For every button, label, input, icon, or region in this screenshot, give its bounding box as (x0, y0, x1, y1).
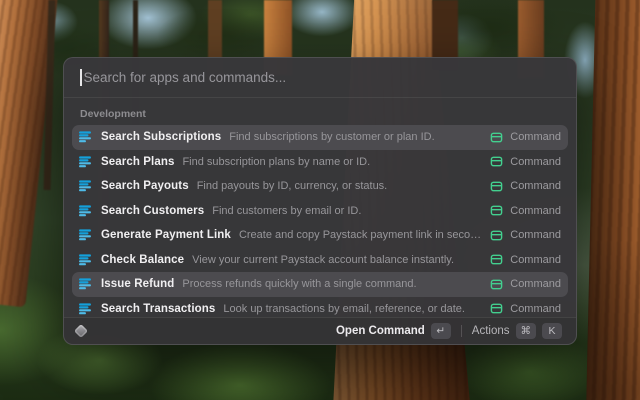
command-title: Check Balance (101, 254, 184, 266)
paystack-icon (79, 254, 91, 266)
command-title: Generate Payment Link (101, 229, 231, 241)
paystack-icon (79, 229, 91, 241)
command-title: Search Transactions (101, 303, 215, 315)
command-type-label: Command (510, 303, 561, 315)
command-title: Search Plans (101, 156, 174, 168)
command-row-search-customers[interactable]: Search Customers Find customers by email… (72, 199, 568, 224)
command-type: Command (490, 131, 561, 144)
footer-divider (461, 325, 462, 337)
command-row-generate-payment-link[interactable]: Generate Payment Link Create and copy Pa… (72, 223, 568, 248)
search-bar (64, 58, 576, 98)
enter-key-icon: ↵ (431, 323, 451, 339)
app-window-icon (490, 155, 503, 168)
command-subtitle: Find subscriptions by customer or plan I… (229, 131, 434, 143)
raycast-icon (74, 324, 88, 338)
command-type-label: Command (510, 229, 561, 241)
cmd-key-icon: ⌘ (516, 323, 537, 339)
desktop: Development Search Subscriptions Find su… (0, 0, 640, 400)
k-key: K (542, 323, 562, 339)
paystack-icon (79, 205, 91, 217)
command-type: Command (490, 229, 561, 242)
app-window-icon (490, 131, 503, 144)
command-type: Command (490, 204, 561, 217)
paystack-icon (79, 278, 91, 290)
command-row-issue-refund[interactable]: Issue Refund Process refunds quickly wit… (72, 272, 568, 297)
command-subtitle: Find subscription plans by name or ID. (182, 156, 370, 168)
command-palette: Development Search Subscriptions Find su… (63, 57, 577, 345)
command-subtitle: Find customers by email or ID. (212, 205, 361, 217)
actions-label: Actions (472, 325, 510, 337)
command-row-search-subscriptions[interactable]: Search Subscriptions Find subscriptions … (72, 125, 568, 150)
paystack-icon (79, 303, 91, 315)
open-command-label: Open Command (336, 325, 425, 337)
command-type-label: Command (510, 156, 561, 168)
footer-actions: Open Command ↵ Actions ⌘ K (334, 321, 564, 341)
app-window-icon (490, 278, 503, 291)
paystack-icon (79, 131, 91, 143)
command-type-label: Command (510, 254, 561, 266)
app-window-icon (490, 180, 503, 193)
command-subtitle: Create and copy Paystack payment link in… (239, 229, 484, 241)
command-type-label: Command (510, 205, 561, 217)
palette-footer: Open Command ↵ Actions ⌘ K (64, 317, 576, 344)
app-window-icon (490, 204, 503, 217)
command-type: Command (490, 180, 561, 193)
command-type: Command (490, 302, 561, 315)
open-command-button[interactable]: Open Command ↵ (334, 321, 453, 341)
text-caret (80, 69, 82, 86)
command-type: Command (490, 155, 561, 168)
command-type-label: Command (510, 131, 561, 143)
command-subtitle: Process refunds quickly with a single co… (182, 278, 416, 290)
command-title: Search Customers (101, 205, 204, 217)
command-type: Command (490, 253, 561, 266)
app-window-icon (490, 229, 503, 242)
actions-button[interactable]: Actions ⌘ K (470, 321, 564, 341)
command-list: Development Search Subscriptions Find su… (64, 99, 576, 317)
command-row-check-balance[interactable]: Check Balance View your current Paystack… (72, 248, 568, 273)
command-title: Issue Refund (101, 278, 174, 290)
command-subtitle: View your current Paystack account balan… (192, 254, 454, 266)
paystack-icon (79, 180, 91, 192)
section-header-development: Development (64, 104, 576, 125)
app-window-icon (490, 253, 503, 266)
command-type: Command (490, 278, 561, 291)
command-subtitle: Look up transactions by email, reference… (223, 303, 465, 315)
command-type-label: Command (510, 278, 561, 290)
command-row-search-payouts[interactable]: Search Payouts Find payouts by ID, curre… (72, 174, 568, 199)
command-type-label: Command (510, 180, 561, 192)
command-title: Search Payouts (101, 180, 189, 192)
search-input[interactable] (84, 70, 561, 85)
tree-trunk-right (586, 0, 640, 400)
command-row-search-plans[interactable]: Search Plans Find subscription plans by … (72, 150, 568, 175)
app-window-icon (490, 302, 503, 315)
paystack-icon (79, 156, 91, 168)
command-title: Search Subscriptions (101, 131, 221, 143)
command-row-search-transactions[interactable]: Search Transactions Look up transactions… (72, 297, 568, 318)
command-subtitle: Find payouts by ID, currency, or status. (197, 180, 388, 192)
